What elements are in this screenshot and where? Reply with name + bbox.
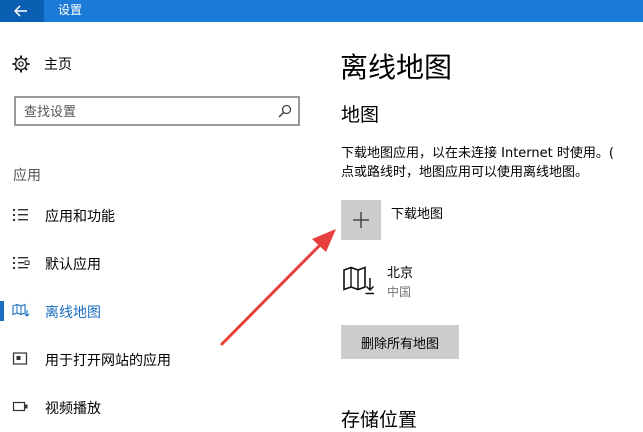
open-website-icon <box>12 352 28 365</box>
home-nav-item[interactable]: 主页 <box>12 54 72 74</box>
active-indicator <box>0 301 4 321</box>
downloaded-map-country: 中国 <box>387 285 412 299</box>
description-line: 点或路线时，地图应用可以使用离线地图。 <box>341 165 589 180</box>
gear-icon <box>12 55 30 73</box>
sidebar-item-label: 视频播放 <box>45 401 101 417</box>
sidebar-item-apps-features[interactable]: 应用和功能 <box>0 201 320 229</box>
download-maps-button[interactable] <box>341 200 381 240</box>
storage-section-title: 存储位置 <box>341 409 418 431</box>
downloaded-map-name[interactable]: 北京 <box>387 262 413 281</box>
video-icon <box>12 401 28 412</box>
sidebar-item-label: 应用和功能 <box>45 209 115 225</box>
maps-section-title: 地图 <box>341 104 380 126</box>
maps-description: 下载地图应用，以在未连接 Internet 时使用。( 点或路线时，地图应用可以… <box>341 144 643 182</box>
plus-icon <box>353 212 369 228</box>
search-box[interactable] <box>14 96 300 126</box>
sidebar-item-label: 用于打开网站的应用 <box>45 353 171 369</box>
page-title: 离线地图 <box>340 51 453 84</box>
sidebar-item-video-playback[interactable]: 视频播放 <box>0 393 320 421</box>
default-apps-icon <box>13 257 30 269</box>
sidebar-item-label: 默认应用 <box>45 257 101 273</box>
home-label: 主页 <box>44 57 72 73</box>
window-title: 设置 <box>58 3 83 17</box>
download-maps-label[interactable]: 下载地图 <box>391 203 443 222</box>
map-download-icon <box>343 266 375 295</box>
delete-all-maps-button[interactable]: 删除所有地图 <box>341 325 459 359</box>
list-icon <box>13 209 28 221</box>
description-line: 下载地图应用，以在未连接 Internet 时使用。( <box>341 146 614 161</box>
search-input[interactable] <box>24 103 264 121</box>
sidebar-item-offline-maps[interactable]: 离线地图 <box>0 297 320 325</box>
back-arrow-icon <box>14 5 27 17</box>
section-header-apps: 应用 <box>13 168 41 184</box>
back-button[interactable] <box>0 0 44 22</box>
sidebar-item-default-apps[interactable]: 默认应用 <box>0 249 320 277</box>
search-icon <box>278 104 292 118</box>
title-bar: 设置 <box>0 0 643 22</box>
sidebar-item-apps-for-websites[interactable]: 用于打开网站的应用 <box>0 345 320 373</box>
sidebar-item-label: 离线地图 <box>45 305 101 321</box>
offline-map-icon <box>12 303 30 317</box>
